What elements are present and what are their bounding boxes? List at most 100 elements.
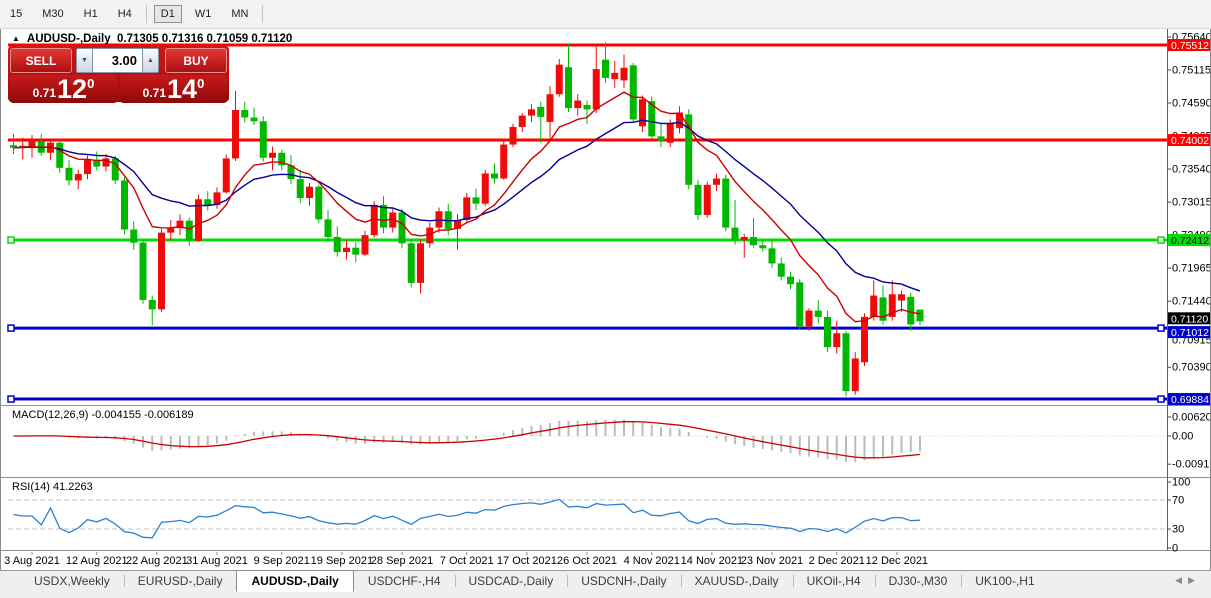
volume-increase-button[interactable]: ▲ xyxy=(142,48,159,73)
price-tick-label: 0.71440 xyxy=(1172,296,1211,308)
candle-body xyxy=(56,143,63,168)
line-handle[interactable] xyxy=(8,325,14,331)
timeframe-H1[interactable]: H1 xyxy=(77,5,105,23)
chart-title: ▲AUDUSD-,Daily 0.71305 0.71316 0.71059 0… xyxy=(12,33,292,45)
candle-body xyxy=(528,109,535,115)
bid-big-digits: 12 xyxy=(57,76,87,102)
sell-button[interactable]: SELL xyxy=(10,48,72,73)
trade-panel-controls: SELL ▼ 3.00 ▲ BUY xyxy=(10,48,227,73)
tab-usdchf-h4[interactable]: USDCHF-,H4 xyxy=(354,571,455,592)
candle-body xyxy=(778,263,785,276)
candle-body xyxy=(343,248,350,252)
candle-body xyxy=(260,121,267,157)
line-handle[interactable] xyxy=(1158,325,1164,331)
tab-scroll-left-icon[interactable]: ◀ xyxy=(1175,575,1188,585)
down-arrow-icon: ▼ xyxy=(81,57,88,64)
candle-body xyxy=(787,277,794,285)
candle-body xyxy=(204,199,211,205)
rsi-tick-label: 100 xyxy=(1172,477,1190,489)
timeframe-15[interactable]: 15 xyxy=(3,5,29,23)
collapse-icon[interactable]: ▲ xyxy=(12,34,20,43)
candle-body xyxy=(833,333,840,347)
chart-ohlc-values: 0.71305 0.71316 0.71059 0.71120 xyxy=(117,33,292,45)
date-label: 19 Sep 2021 xyxy=(311,555,373,567)
candle-body xyxy=(713,179,720,185)
candle-body xyxy=(704,185,711,215)
chart-tabs: USDX,WeeklyEURUSD-,DailyAUDUSD-,DailyUSD… xyxy=(0,571,1049,592)
candle-body xyxy=(158,233,165,310)
candle-body xyxy=(667,124,674,143)
candle-body xyxy=(565,67,572,108)
candle-body xyxy=(510,127,517,145)
candle-body xyxy=(806,311,813,327)
price-tick-label: 0.71965 xyxy=(1172,263,1211,275)
candle-body xyxy=(537,107,544,117)
timeframe-H4[interactable]: H4 xyxy=(111,5,139,23)
candle-body xyxy=(602,60,609,78)
candle-body xyxy=(417,243,424,283)
candle-body xyxy=(315,187,322,220)
candle-body xyxy=(297,179,304,198)
current-price-badge-label: 0.71120 xyxy=(1171,313,1208,325)
price-tick-label: 0.74590 xyxy=(1172,98,1211,110)
timeframe-W1[interactable]: W1 xyxy=(188,5,219,23)
volume-field[interactable]: 3.00 xyxy=(93,48,142,73)
timeframe-toolbar: 15 M30 H1 H4 D1 W1 MN xyxy=(0,0,1211,29)
tab-scroll-right-icon[interactable]: ▶ xyxy=(1188,575,1201,585)
tab-eurusd-daily[interactable]: EURUSD-,Daily xyxy=(124,571,237,592)
bid-pipette: 0 xyxy=(87,76,94,91)
tab-uk100-h1[interactable]: UK100-,H1 xyxy=(961,571,1048,592)
rsi-label: RSI(14) 41.2263 xyxy=(12,481,93,493)
tab-usdx-weekly[interactable]: USDX,Weekly xyxy=(20,571,124,592)
date-label: 28 Sep 2021 xyxy=(371,555,433,567)
candle-body xyxy=(639,99,646,126)
candle-body xyxy=(630,65,637,119)
candle-body xyxy=(334,237,341,252)
candle-body xyxy=(140,243,147,300)
level-badge-0.72412-label: 0.72412 xyxy=(1171,235,1209,247)
tab-dj30-m30[interactable]: DJ30-,M30 xyxy=(875,571,962,592)
candle-body xyxy=(482,173,489,203)
candle-body xyxy=(241,110,248,118)
candle-body xyxy=(223,158,230,192)
macd-tick-label: 0.00 xyxy=(1172,431,1193,443)
level-badge-0.69884-label: 0.69884 xyxy=(1171,394,1209,406)
tab-usdcnh-daily[interactable]: USDCNH-,Daily xyxy=(567,571,680,592)
candle-body xyxy=(84,160,91,174)
buy-price[interactable]: 0.71 14 0 xyxy=(120,75,227,103)
macd-tick-label: -0.009197 xyxy=(1172,459,1211,471)
timeframe-D1[interactable]: D1 xyxy=(154,5,182,23)
buy-button[interactable]: BUY xyxy=(165,48,227,73)
macd-label: MACD(12,26,9) -0.004155 -0.006189 xyxy=(12,409,194,421)
candle-body xyxy=(112,158,119,180)
line-handle[interactable] xyxy=(8,396,14,402)
candle-body xyxy=(399,212,406,243)
mt4-window: MACD(12,26,9) -0.004155 -0.006189 RSI(14)… xyxy=(0,0,1211,598)
timeframe-M30[interactable]: M30 xyxy=(35,5,70,23)
date-label: 4 Nov 2021 xyxy=(624,555,680,567)
date-label: 3 Aug 2021 xyxy=(4,555,60,567)
ask-prefix: 0.71 xyxy=(143,86,166,100)
tab-xauusd-daily[interactable]: XAUUSD-,Daily xyxy=(681,571,793,592)
timeframe-MN[interactable]: MN xyxy=(224,5,255,23)
date-label: 31 Aug 2021 xyxy=(186,555,248,567)
price-tick-label: 0.70390 xyxy=(1172,362,1211,374)
price-tick-label: 0.73540 xyxy=(1172,164,1211,176)
tab-ukoil-h4[interactable]: UKOil-,H4 xyxy=(793,571,875,592)
date-label: 23 Nov 2021 xyxy=(741,555,803,567)
sell-price[interactable]: 0.71 12 0 xyxy=(10,75,117,103)
candle-body xyxy=(167,228,174,232)
candle-body xyxy=(593,69,600,109)
tab-audusd-daily[interactable]: AUDUSD-,Daily xyxy=(236,570,353,592)
rsi-tick-label: 70 xyxy=(1172,495,1184,507)
line-handle[interactable] xyxy=(8,237,14,243)
level-badge-0.74002-label: 0.74002 xyxy=(1171,135,1209,147)
candle-body xyxy=(500,145,507,179)
date-axis: 3 Aug 202112 Aug 202122 Aug 202131 Aug 2… xyxy=(4,552,928,567)
candle-body xyxy=(917,310,924,322)
tab-usdcad-daily[interactable]: USDCAD-,Daily xyxy=(455,571,568,592)
line-handle[interactable] xyxy=(1158,396,1164,402)
line-handle[interactable] xyxy=(1158,237,1164,243)
candle-body xyxy=(584,105,591,109)
volume-decrease-button[interactable]: ▼ xyxy=(76,48,93,73)
